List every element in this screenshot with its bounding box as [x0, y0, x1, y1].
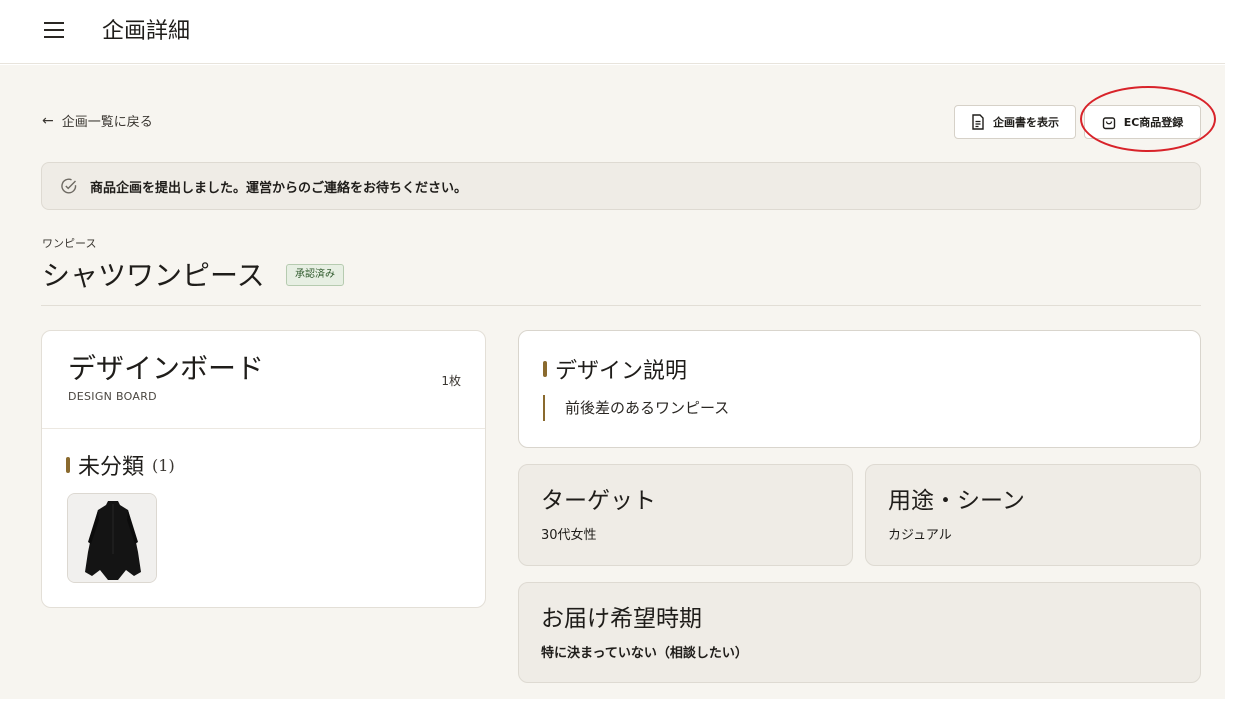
usage-scene-card: 用途・シーン カジュアル [865, 464, 1201, 566]
delivery-timing-title: お届け希望時期 [541, 606, 702, 632]
delivery-timing-value: 特に決まっていない（相談したい） [541, 646, 748, 661]
design-description-card: デザイン説明 前後差のあるワンピース [518, 330, 1201, 448]
target-title: ターゲット [541, 488, 656, 514]
accent-bar [66, 457, 70, 473]
accent-bar [543, 361, 547, 377]
top-bar: 企画詳細 [0, 0, 1225, 64]
product-category: ワンピース [42, 237, 97, 250]
dress-image [68, 494, 156, 582]
design-board-subtitle: DESIGN BOARD [68, 390, 157, 403]
back-link[interactable]: ← 企画一覧に戻る [42, 111, 153, 131]
group-title: 未分類 [78, 455, 145, 480]
design-description-title: デザイン説明 [555, 359, 688, 384]
submission-notice: 商品企画を提出しました。運営からのご連絡をお待ちください。 [41, 162, 1201, 210]
notice-message: 商品企画を提出しました。運営からのご連絡をお待ちください。 [90, 180, 468, 196]
usage-scene-title: 用途・シーン [888, 488, 1025, 514]
arrow-left-icon: ← [42, 112, 54, 129]
section-divider [41, 305, 1201, 306]
ec-product-register-button[interactable]: EC商品登録 [1084, 105, 1201, 139]
ec-product-register-label: EC商品登録 [1123, 116, 1184, 129]
target-value: 30代女性 [541, 528, 597, 543]
menu-icon[interactable] [44, 22, 64, 38]
product-title: シャツワンピース [42, 259, 265, 292]
target-card: ターゲット 30代女性 [518, 464, 853, 566]
check-circle-icon [61, 178, 77, 194]
board-divider [42, 428, 485, 429]
shopping-bag-icon [1102, 116, 1115, 129]
delivery-timing-card: お届け希望時期 特に決まっていない（相談したい） [518, 582, 1201, 683]
status-badge: 承認済み [286, 264, 344, 286]
design-board-title: デザインボード [68, 352, 265, 385]
view-plan-document-button[interactable]: 企画書を表示 [954, 105, 1076, 139]
page-title: 企画詳細 [102, 19, 191, 44]
design-image-thumbnail[interactable] [67, 493, 157, 583]
design-board-count: 1枚 [441, 374, 461, 388]
group-count: (1) [152, 455, 175, 475]
back-link-label: 企画一覧に戻る [61, 115, 153, 130]
view-plan-document-label: 企画書を表示 [993, 116, 1059, 129]
group-heading: 未分類 (1) [66, 449, 175, 481]
design-board-card: デザインボード DESIGN BOARD 1枚 未分類 (1) [41, 330, 486, 608]
design-description-heading: デザイン説明 [543, 353, 687, 385]
design-description-text: 前後差のあるワンピース [543, 395, 729, 421]
usage-scene-value: カジュアル [888, 528, 952, 543]
main-content: ← 企画一覧に戻る 企画書を表示 EC商品登録 商品企画を提出しました。運営から… [0, 65, 1225, 699]
document-icon [972, 114, 984, 130]
